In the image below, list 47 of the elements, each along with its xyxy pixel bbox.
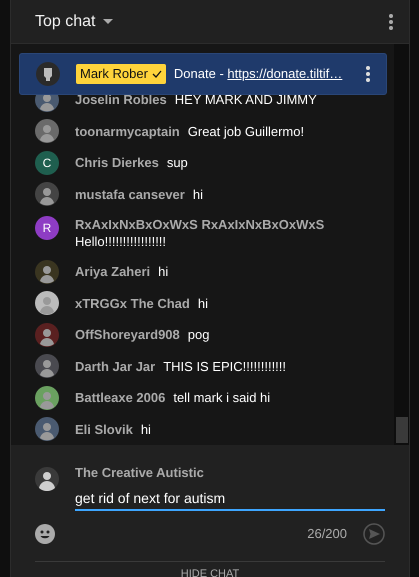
message-text: hi [198, 296, 208, 311]
chat-input-field[interactable]: get rid of next for autism [75, 487, 385, 511]
avatar-icon [35, 119, 59, 144]
avatar-icon [35, 182, 59, 206]
top-chat-dropdown[interactable]: Top chat [35, 10, 114, 34]
author-name: mustafa cansever [75, 186, 185, 202]
avatar-icon [35, 467, 59, 491]
message-text: hi [192, 186, 203, 202]
message-text: pog [188, 327, 210, 342]
caret-icon [103, 19, 114, 24]
author-name: Joselin Robles [75, 92, 167, 108]
avatar-icon [35, 417, 59, 442]
author-name: Battleaxe 2006 [75, 390, 166, 406]
more-icon[interactable] [389, 14, 393, 30]
emoji-icon[interactable] [35, 524, 55, 544]
avatar-icon [36, 62, 60, 86]
message-text: Great job Guillermo! [188, 124, 304, 139]
author-name: RxAxIxNxBxOxWxS RxAxIxNxBxOxWxS [75, 216, 324, 233]
scrollbar-thumb[interactable] [396, 417, 408, 443]
message-text: tell mark i said hi [173, 390, 270, 406]
hide-chat-button[interactable]: HIDE CHAT [180, 562, 240, 577]
avatar-icon [35, 322, 59, 347]
author-name: xTRGGx The Chad [75, 296, 190, 311]
avatar-icon [35, 260, 59, 284]
avatar-icon [35, 354, 59, 378]
author-name: Darth Jar Jar [75, 358, 156, 374]
author-name: Chris Dierkes [75, 155, 159, 170]
character-count: 26/200 [307, 525, 347, 544]
avatar: C [35, 150, 59, 175]
author-name: toonarmycaptain [75, 124, 180, 139]
author-name: Eli Slovik [75, 422, 133, 437]
message-text: Hello!!!!!!!!!!!!!!!!! [75, 233, 168, 250]
author-name: OffShoreyard908 [75, 327, 180, 342]
avatar-icon [35, 291, 59, 316]
message-text: HEY MARK AND JIMMY [174, 92, 317, 108]
avatar-icon [35, 386, 59, 410]
message-text: hi [158, 264, 168, 280]
avatar: R [35, 216, 59, 240]
author-name: The Creative Autistic [75, 465, 205, 481]
donate-link[interactable]: https://donate.tiltif… [227, 66, 342, 82]
message-text: THIS IS EPIC!!!!!!!!!!!! [163, 358, 286, 374]
author-name: Ariya Zaheri [75, 264, 150, 280]
author-badge: Mark Rober [76, 64, 166, 84]
message-text: sup [166, 155, 188, 170]
message-text: hi [140, 422, 151, 437]
message-text: Donate - https://donate.tiltif… [174, 65, 342, 84]
more-icon[interactable] [366, 66, 370, 82]
